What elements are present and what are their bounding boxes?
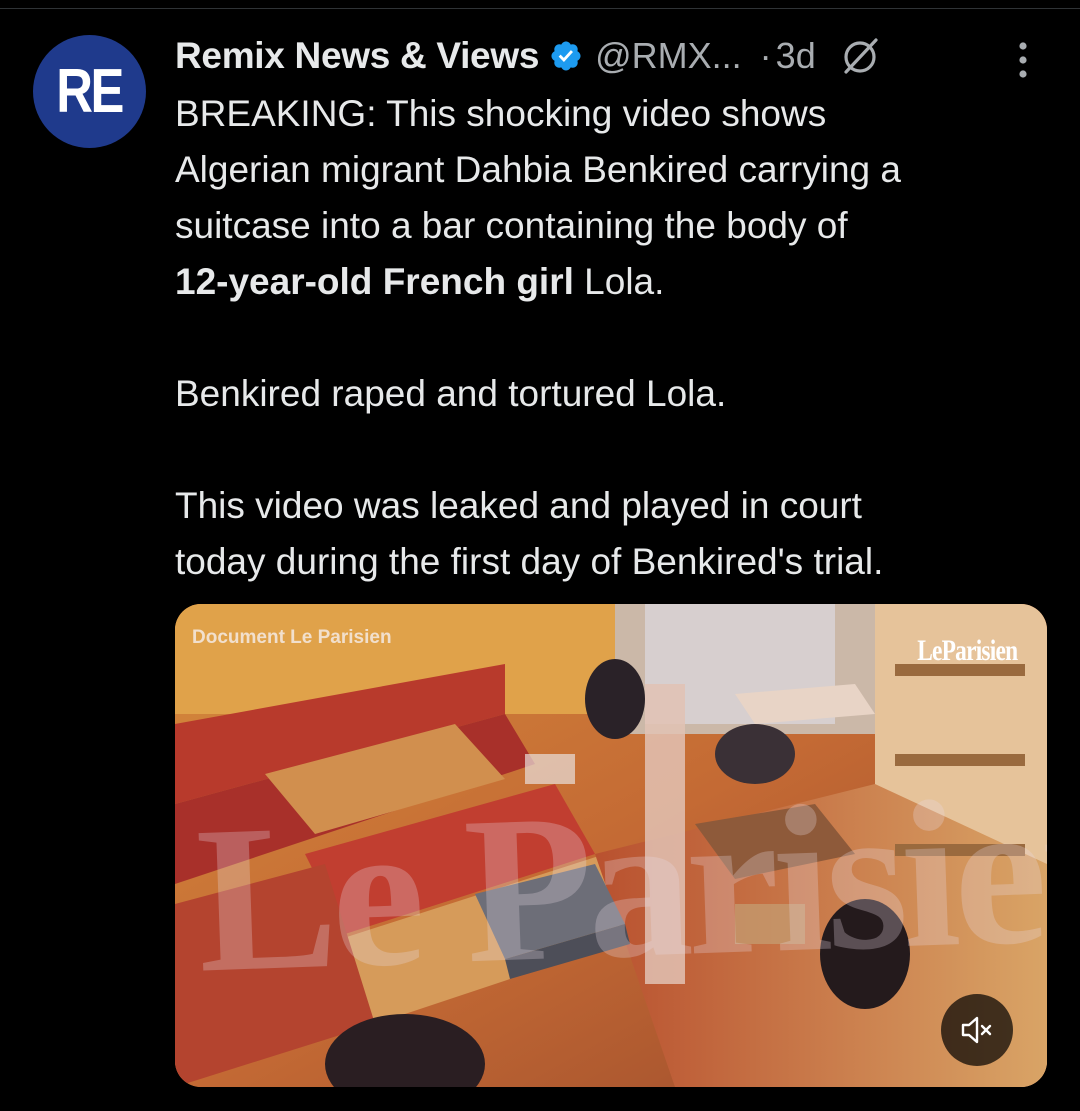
verified-badge-icon[interactable] bbox=[549, 39, 583, 73]
mute-button[interactable] bbox=[941, 994, 1013, 1066]
tweet-line: suitcase into a bar containing the body … bbox=[175, 205, 848, 246]
separator-dot: · bbox=[759, 35, 772, 76]
handle[interactable]: @RMX... bbox=[595, 35, 742, 77]
tweet-line: This video was leaked and played in cour… bbox=[175, 485, 862, 526]
tweet-line: 12-year-old French girl Lola. bbox=[175, 254, 1055, 310]
watermark-text: Le Parisien bbox=[193, 751, 1047, 1017]
avatar-logo-text: RE bbox=[56, 56, 125, 126]
tweet-line: Benkired raped and tortured Lola. bbox=[175, 373, 727, 414]
tweet-line: BREAKING: This shocking video shows bbox=[175, 93, 827, 134]
document-label: Document Le Parisien bbox=[192, 627, 392, 648]
brand-logo: LeParisien bbox=[916, 634, 1018, 667]
display-name[interactable]: Remix News & Views bbox=[175, 35, 539, 77]
tweet-line: today during the first day of Benkired's… bbox=[175, 541, 884, 582]
grok-icon[interactable] bbox=[838, 34, 882, 78]
timestamp[interactable]: 3d bbox=[776, 35, 816, 77]
more-vertical-icon[interactable] bbox=[1012, 38, 1034, 82]
speaker-muted-icon bbox=[961, 1016, 992, 1044]
tweet-text-span: Lola. bbox=[573, 261, 665, 302]
tweet-text: BREAKING: This shocking video shows Alge… bbox=[175, 86, 1055, 590]
top-divider bbox=[0, 8, 1080, 9]
tweet-bold-text: 12-year-old French girl bbox=[175, 261, 574, 302]
post-header: Remix News & Views @RMX... · 3d bbox=[175, 30, 1055, 82]
avatar[interactable]: RE bbox=[33, 35, 146, 148]
video-player[interactable]: Le Parisien Document Le Parisien LeParis… bbox=[175, 604, 1047, 1087]
tweet-line: Algerian migrant Dahbia Benkired carryin… bbox=[175, 149, 901, 190]
